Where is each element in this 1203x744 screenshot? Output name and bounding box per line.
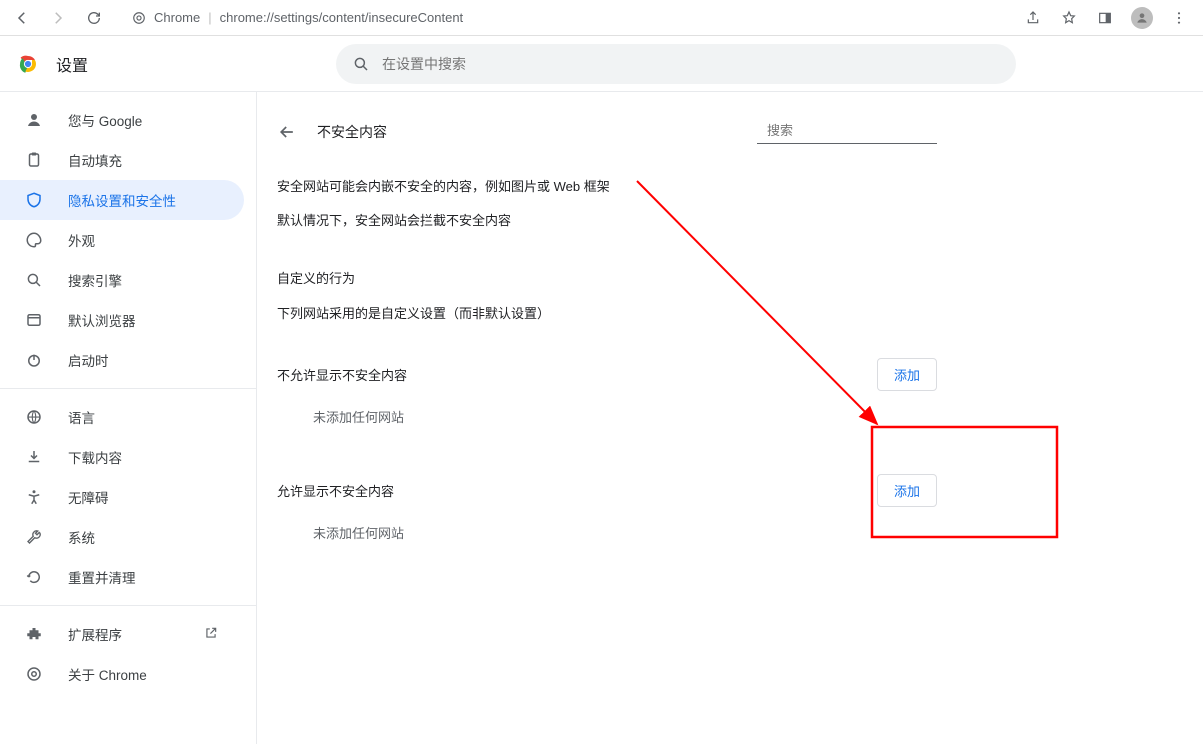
allow-no-sites-text: 未添加任何网站 <box>313 523 937 542</box>
add-block-site-button[interactable]: 添加 <box>877 358 937 391</box>
extension-icon <box>24 624 44 644</box>
sidebar-item-languages[interactable]: 语言 <box>0 397 244 437</box>
search-icon <box>24 270 44 290</box>
sidebar-item-startup[interactable]: 启动时 <box>0 340 244 380</box>
download-icon <box>24 447 44 467</box>
content-back-button[interactable] <box>277 122 297 142</box>
restore-icon <box>24 567 44 587</box>
sidebar-item-label: 重置并清理 <box>68 567 136 587</box>
settings-search[interactable] <box>336 44 1016 84</box>
sidebar-item-default-browser[interactable]: 默认浏览器 <box>0 300 244 340</box>
sidebar-item-label: 下载内容 <box>68 447 122 467</box>
custom-behavior-subtitle: 下列网站采用的是自定义设置（而非默认设置） <box>277 303 937 322</box>
sidebar-item-label: 关于 Chrome <box>68 664 147 684</box>
settings-search-input[interactable] <box>382 56 1000 72</box>
sidebar-item-label: 自动填充 <box>68 150 122 170</box>
sidebar-item-label: 隐私设置和安全性 <box>68 190 176 210</box>
clipboard-icon <box>24 150 44 170</box>
share-icon[interactable] <box>1023 8 1043 28</box>
sidebar-item-reset[interactable]: 重置并清理 <box>0 557 244 597</box>
settings-sidebar: 您与 Google 自动填充 隐私设置和安全性 外观 搜索引擎 默认浏览器 启动… <box>0 92 256 744</box>
sidebar-divider <box>0 388 256 389</box>
sidebar-item-label: 扩展程序 <box>68 624 122 644</box>
url-scheme-label: Chrome <box>154 10 200 25</box>
back-button[interactable] <box>8 4 36 32</box>
reload-button[interactable] <box>80 4 108 32</box>
sidebar-item-label: 默认浏览器 <box>68 310 136 330</box>
sidebar-item-label: 外观 <box>68 230 95 250</box>
chrome-mono-icon <box>132 11 146 25</box>
search-icon <box>352 55 370 73</box>
sidebar-item-autofill[interactable]: 自动填充 <box>0 140 244 180</box>
sidebar-item-search-engine[interactable]: 搜索引擎 <box>0 260 244 300</box>
profile-avatar[interactable] <box>1131 7 1153 29</box>
forward-button[interactable] <box>44 4 72 32</box>
globe-icon <box>24 407 44 427</box>
block-no-sites-text: 未添加任何网站 <box>313 407 937 426</box>
browser-toolbar: Chrome | chrome://settings/content/insec… <box>0 0 1203 36</box>
sidebar-item-label: 语言 <box>68 407 95 427</box>
sidebar-item-downloads[interactable]: 下载内容 <box>0 437 244 477</box>
sidebar-item-label: 无障碍 <box>68 487 109 507</box>
sidebar-item-system[interactable]: 系统 <box>0 517 244 557</box>
bookmark-star-icon[interactable] <box>1059 8 1079 28</box>
sidebar-item-label: 启动时 <box>68 350 109 370</box>
wrench-icon <box>24 527 44 547</box>
accessibility-icon <box>24 487 44 507</box>
kebab-menu-icon[interactable] <box>1169 8 1189 28</box>
block-section-label: 不允许显示不安全内容 <box>277 365 407 384</box>
sidebar-item-profile[interactable]: 您与 Google <box>0 100 244 140</box>
sidebar-item-extensions[interactable]: 扩展程序 <box>0 614 244 654</box>
description-line-1: 安全网站可能会内嵌不安全的内容，例如图片或 Web 框架 <box>277 176 937 198</box>
settings-content: 不安全内容 安全网站可能会内嵌不安全的内容，例如图片或 Web 框架 默认情况下… <box>277 112 937 744</box>
url-path: chrome://settings/content/insecureConten… <box>220 10 464 25</box>
description-line-2: 默认情况下，安全网站会拦截不安全内容 <box>277 210 937 232</box>
palette-icon <box>24 230 44 250</box>
allow-section-label: 允许显示不安全内容 <box>277 481 394 500</box>
side-panel-icon[interactable] <box>1095 8 1115 28</box>
content-search[interactable] <box>757 121 937 144</box>
sidebar-item-label: 系统 <box>68 527 95 547</box>
sidebar-item-accessibility[interactable]: 无障碍 <box>0 477 244 517</box>
chrome-logo-icon <box>16 52 40 76</box>
external-link-icon <box>204 626 220 642</box>
person-icon <box>24 110 44 130</box>
custom-behavior-title: 自定义的行为 <box>277 268 937 287</box>
sidebar-item-label: 您与 Google <box>68 110 142 130</box>
sidebar-item-about[interactable]: 关于 Chrome <box>0 654 244 694</box>
chrome-mono-icon <box>24 664 44 684</box>
settings-header: 设置 <box>0 36 1203 92</box>
sidebar-item-privacy[interactable]: 隐私设置和安全性 <box>0 180 244 220</box>
content-search-input[interactable] <box>767 123 943 138</box>
address-bar[interactable]: Chrome | chrome://settings/content/insec… <box>122 4 1015 32</box>
browser-window-icon <box>24 310 44 330</box>
power-icon <box>24 350 44 370</box>
url-separator: | <box>208 10 211 25</box>
page-title: 不安全内容 <box>317 122 387 142</box>
settings-title: 设置 <box>56 52 336 76</box>
sidebar-divider <box>0 605 256 606</box>
add-allow-site-button[interactable]: 添加 <box>877 474 937 507</box>
sidebar-item-label: 搜索引擎 <box>68 270 122 290</box>
sidebar-item-appearance[interactable]: 外观 <box>0 220 244 260</box>
shield-icon <box>24 190 44 210</box>
